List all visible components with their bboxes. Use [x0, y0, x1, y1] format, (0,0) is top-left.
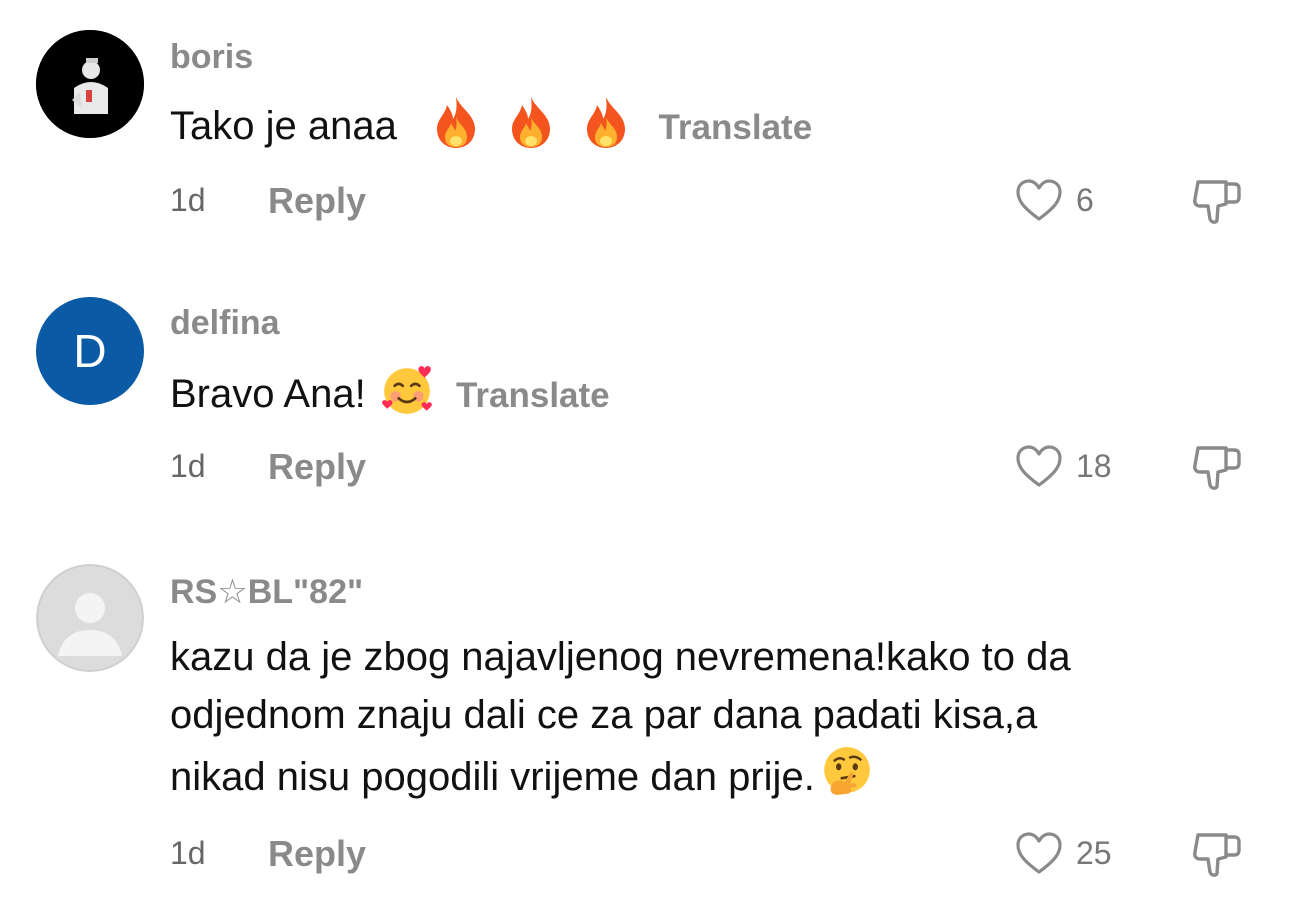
comment-text-line: nikad nisu pogodili vrijeme dan prije. [170, 755, 815, 799]
thumbs-down-icon[interactable] [1190, 829, 1244, 879]
heart-icon[interactable] [1014, 830, 1064, 876]
comment-text-line-last: nikad nisu pogodili vrijeme dan prije. [170, 744, 1071, 806]
thinking-face-emoji-icon [823, 747, 870, 795]
comment-time: 1d [170, 835, 206, 871]
like-count: 25 [1076, 835, 1112, 871]
comment-text-line: kazu da je zbog najavljenog nevremena!ka… [170, 635, 1071, 679]
comment-text: kazu da je zbog najavljenog nevremena!ka… [170, 628, 1071, 806]
default-user-icon [36, 564, 144, 672]
comment-text-line: odjednom znaju dali ce za par dana padat… [170, 693, 1038, 737]
avatar[interactable] [36, 564, 144, 672]
reply-button[interactable]: Reply [268, 833, 366, 875]
username[interactable]: RS☆BL"82" [170, 572, 363, 612]
comment-item: RS☆BL"82" kazu da je zbog najavljenog ne… [0, 0, 1290, 900]
